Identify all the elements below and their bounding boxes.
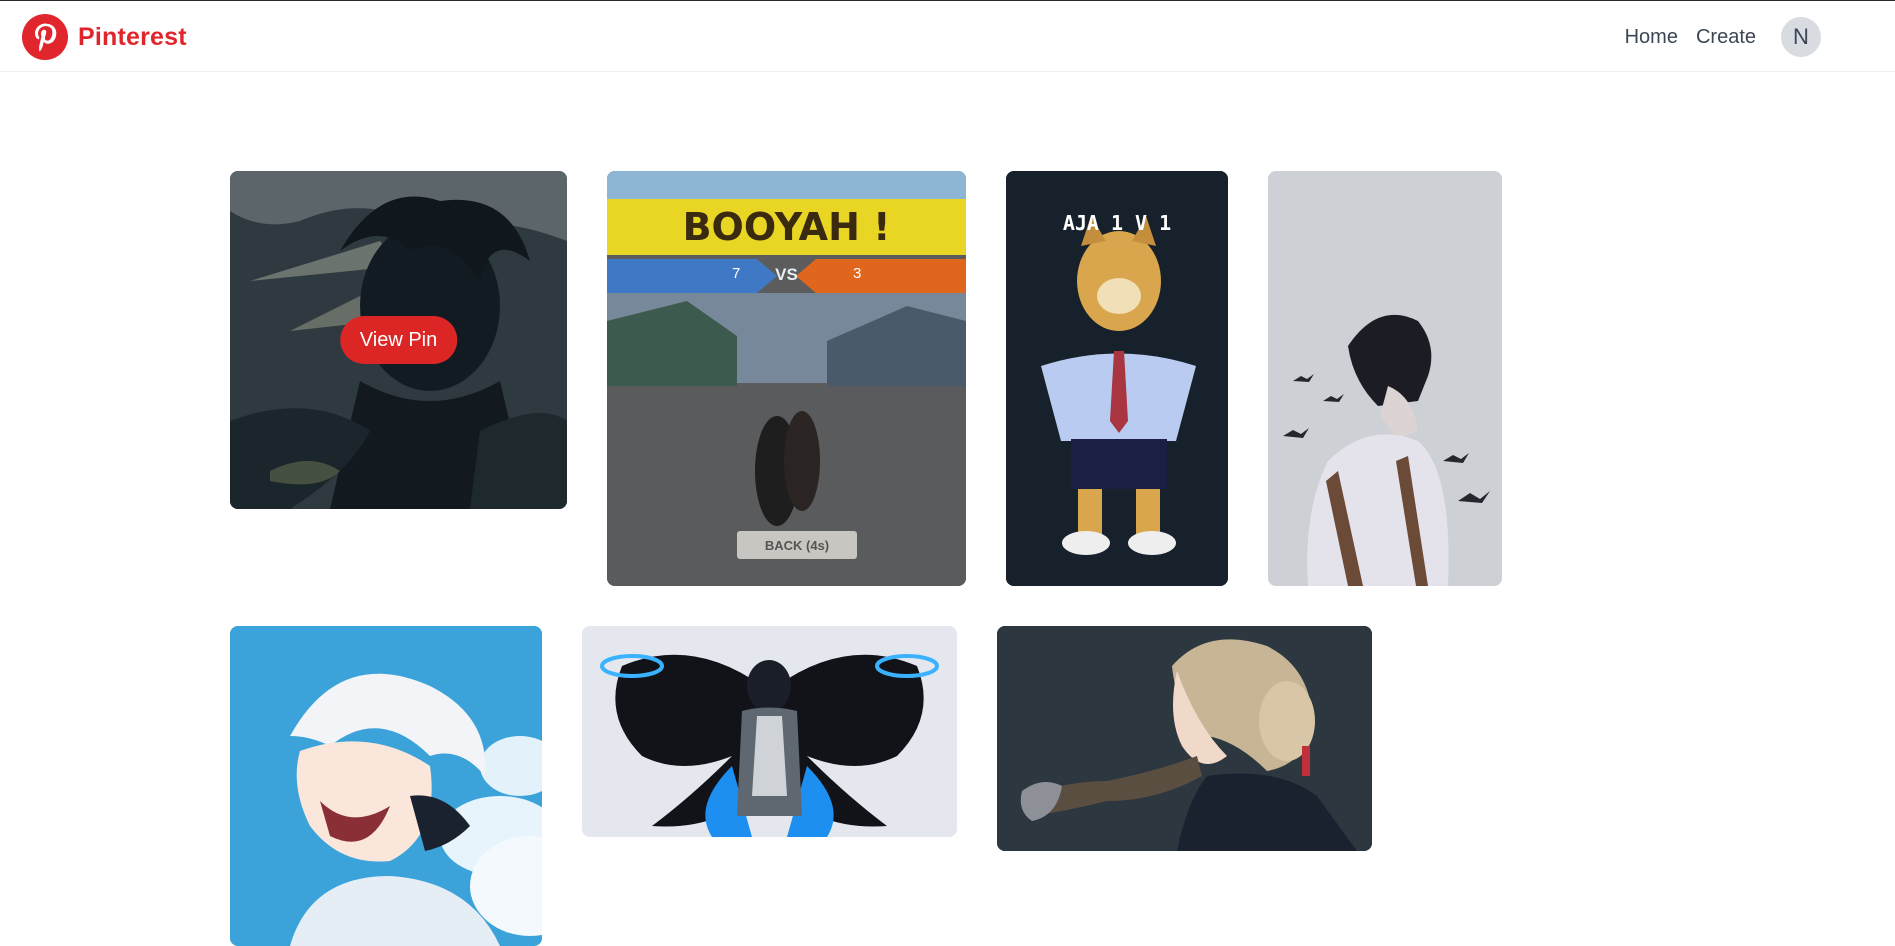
pin-card[interactable] <box>230 626 542 946</box>
pin-card[interactable] <box>997 626 1372 851</box>
view-pin-button[interactable]: View Pin <box>339 316 458 364</box>
score-right: 3 <box>853 265 862 282</box>
pin-image <box>1268 171 1502 586</box>
brand-name: Pinterest <box>78 22 187 51</box>
pin-image <box>230 626 542 946</box>
brand[interactable]: Pinterest <box>22 14 187 60</box>
pin-card[interactable] <box>582 626 957 837</box>
back-label: BACK (4s) <box>764 537 830 553</box>
pin-card[interactable]: View Pin <box>230 171 567 509</box>
navbar: Pinterest Home Create N <box>0 1 1895 72</box>
avatar[interactable]: N <box>1781 17 1821 57</box>
pin-image <box>997 626 1372 851</box>
pinterest-logo-icon <box>22 14 68 60</box>
nav-links: Home Create N <box>1625 16 1821 58</box>
vs-label: VS <box>775 265 798 284</box>
booyah-banner: BOOYAH ! <box>682 205 891 249</box>
meme-caption: AJA 1 V 1 <box>1062 211 1172 235</box>
pin-card[interactable]: AJA 1 V 1 <box>1006 171 1228 586</box>
pin-card[interactable]: BOOYAH ! 7 VS 3 BACK (4s) <box>607 171 966 586</box>
pin-image <box>582 626 957 837</box>
nav-create-link[interactable]: Create <box>1696 26 1756 49</box>
pin-card[interactable] <box>1268 171 1502 586</box>
nav-home-link[interactable]: Home <box>1625 26 1678 49</box>
